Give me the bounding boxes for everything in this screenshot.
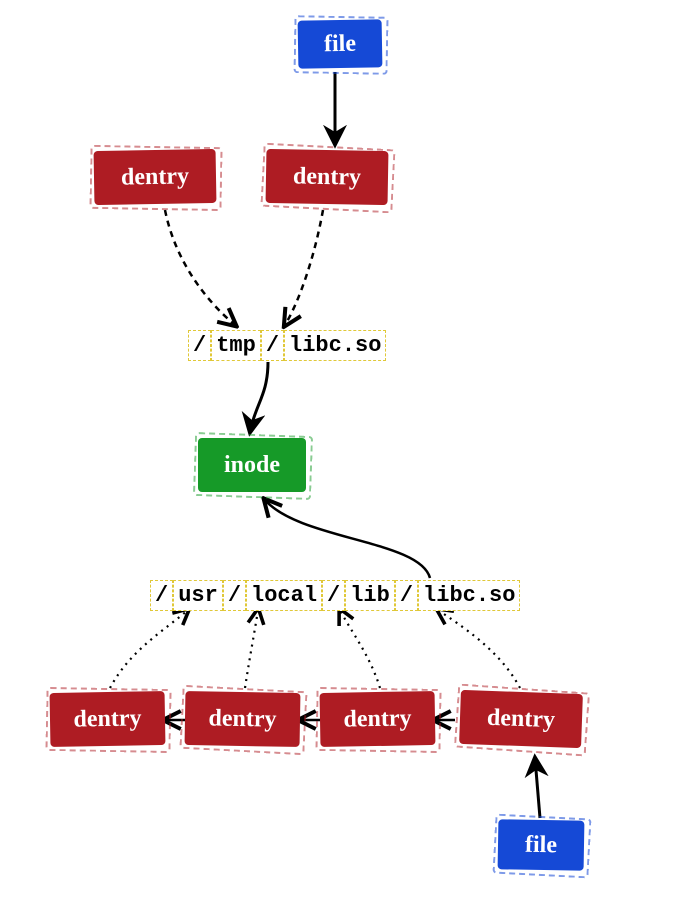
node-label: dentry (208, 705, 276, 733)
path-seg: / (188, 330, 211, 361)
path-seg: lib (345, 580, 395, 611)
dentry-node-b1: dentry (50, 691, 166, 747)
dentry-node-b3: dentry (320, 691, 436, 747)
inode-node: inode (198, 438, 306, 492)
node-label: dentry (293, 163, 361, 191)
arrows-layer (0, 0, 690, 905)
path-label-usr: / usr / local / lib / libc.so (150, 580, 520, 611)
node-label: file (324, 30, 356, 58)
node-label: dentry (487, 704, 556, 733)
path-seg: usr (173, 580, 223, 611)
node-label: file (525, 831, 557, 859)
diagram-root: { "colors": { "blue": "#1549d6", "red": … (0, 0, 690, 905)
node-label: dentry (73, 705, 141, 733)
path-seg: local (246, 580, 322, 611)
file-node-top: file (298, 19, 383, 68)
path-seg: / (150, 580, 173, 611)
path-seg: / (261, 330, 284, 361)
dentry-node-tr: dentry (266, 149, 389, 205)
path-label-tmp: / tmp / libc.so (188, 330, 386, 361)
file-node-bottom: file (498, 819, 585, 870)
node-label: dentry (121, 163, 189, 191)
dentry-node-b2: dentry (185, 691, 301, 747)
dentry-node-tl: dentry (94, 149, 217, 205)
node-label: inode (224, 452, 280, 479)
dentry-node-b4: dentry (459, 690, 583, 748)
path-seg: libc.so (418, 580, 520, 611)
path-seg: libc.so (284, 330, 386, 361)
node-label: dentry (343, 705, 411, 733)
path-seg: tmp (211, 330, 261, 361)
path-seg: / (395, 580, 418, 611)
path-seg: / (223, 580, 246, 611)
path-seg: / (322, 580, 345, 611)
